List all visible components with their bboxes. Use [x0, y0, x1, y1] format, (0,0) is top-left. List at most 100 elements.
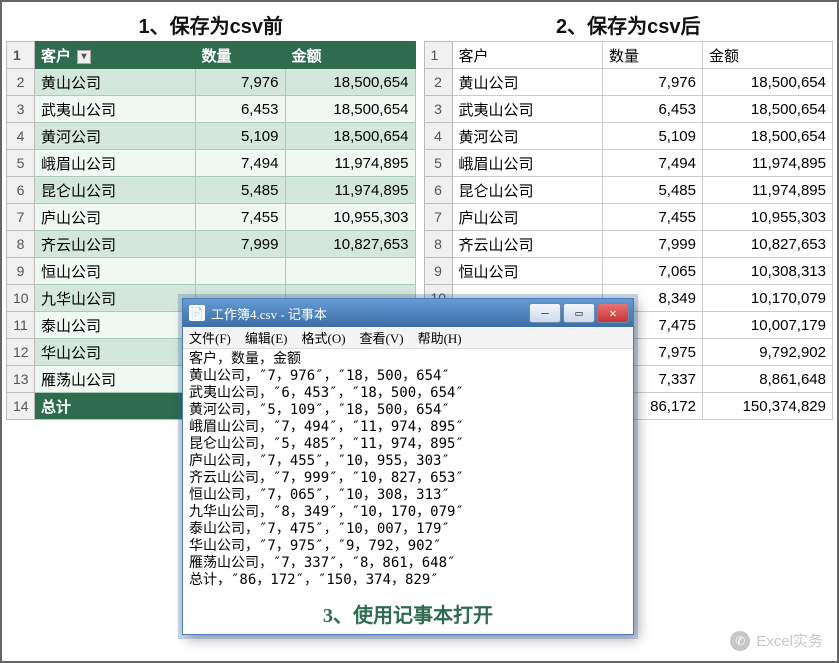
- cell-qty[interactable]: 6,453: [603, 96, 703, 123]
- cell-customer[interactable]: 雁荡山公司: [35, 366, 196, 393]
- col-header-qty[interactable]: 数量: [603, 42, 703, 69]
- cell-customer[interactable]: 黄山公司: [35, 69, 196, 96]
- row-header[interactable]: 13: [7, 366, 35, 393]
- cell-customer[interactable]: 总计: [35, 393, 196, 420]
- row-header[interactable]: 7: [424, 204, 452, 231]
- cell-customer[interactable]: 峨眉山公司: [35, 150, 196, 177]
- cell-customer[interactable]: 齐云山公司: [452, 231, 603, 258]
- cell-amount[interactable]: [285, 258, 415, 285]
- cell-amount[interactable]: 10,955,303: [285, 204, 415, 231]
- filter-dropdown-icon[interactable]: ▾: [77, 50, 91, 64]
- row-header[interactable]: 1: [7, 42, 35, 69]
- cell-qty[interactable]: 7,494: [603, 150, 703, 177]
- col-header-amount[interactable]: 金额: [703, 42, 833, 69]
- row-header[interactable]: 5: [424, 150, 452, 177]
- cell-amount[interactable]: 10,955,303: [703, 204, 833, 231]
- menu-help[interactable]: 帮助(H): [418, 328, 462, 347]
- row-header[interactable]: 6: [424, 177, 452, 204]
- cell-qty[interactable]: 7,999: [603, 231, 703, 258]
- cell-amount[interactable]: 11,974,895: [285, 177, 415, 204]
- cell-customer[interactable]: 恒山公司: [35, 258, 196, 285]
- cell-customer[interactable]: 恒山公司: [452, 258, 603, 285]
- cell-amount[interactable]: 10,170,079: [703, 285, 833, 312]
- row-header[interactable]: 9: [7, 258, 35, 285]
- row-header[interactable]: 6: [7, 177, 35, 204]
- row-header[interactable]: 12: [7, 339, 35, 366]
- cell-qty[interactable]: 5,109: [603, 123, 703, 150]
- cell-qty[interactable]: 5,485: [195, 177, 285, 204]
- notepad-titlebar[interactable]: 📄 工作簿4.csv - 记事本 — ▭ ✕: [183, 299, 633, 327]
- cell-amount[interactable]: 8,861,648: [703, 366, 833, 393]
- cell-qty[interactable]: 7,999: [195, 231, 285, 258]
- row-header[interactable]: 4: [424, 123, 452, 150]
- row-header[interactable]: 1: [424, 42, 452, 69]
- cell-amount[interactable]: 18,500,654: [703, 123, 833, 150]
- cell-customer[interactable]: 庐山公司: [35, 204, 196, 231]
- cell-qty[interactable]: 7,455: [195, 204, 285, 231]
- cell-amount[interactable]: 11,974,895: [703, 150, 833, 177]
- cell-customer[interactable]: 九华山公司: [35, 285, 196, 312]
- cell-amount[interactable]: 18,500,654: [285, 96, 415, 123]
- cell-qty[interactable]: 7,455: [603, 204, 703, 231]
- cell-customer[interactable]: 峨眉山公司: [452, 150, 603, 177]
- row-header[interactable]: 4: [7, 123, 35, 150]
- cell-customer[interactable]: 昆仑山公司: [452, 177, 603, 204]
- cell-amount[interactable]: 10,308,313: [703, 258, 833, 285]
- cell-amount[interactable]: 18,500,654: [285, 123, 415, 150]
- cell-customer[interactable]: 黄河公司: [452, 123, 603, 150]
- cell-qty[interactable]: 6,453: [195, 96, 285, 123]
- menu-format[interactable]: 格式(O): [302, 328, 346, 347]
- row-header[interactable]: 8: [424, 231, 452, 258]
- minimize-button[interactable]: —: [529, 303, 561, 323]
- row-header[interactable]: 5: [7, 150, 35, 177]
- cell-qty[interactable]: 5,109: [195, 123, 285, 150]
- cell-customer[interactable]: 武夷山公司: [35, 96, 196, 123]
- cell-customer[interactable]: 华山公司: [35, 339, 196, 366]
- cell-qty[interactable]: 7,976: [603, 69, 703, 96]
- cell-amount[interactable]: 150,374,829: [703, 393, 833, 420]
- cell-qty[interactable]: 7,976: [195, 69, 285, 96]
- row-header[interactable]: 9: [424, 258, 452, 285]
- watermark: ✆ Excel实务: [730, 630, 823, 651]
- cell-amount[interactable]: 10,827,653: [285, 231, 415, 258]
- cell-customer[interactable]: 黄河公司: [35, 123, 196, 150]
- row-header[interactable]: 8: [7, 231, 35, 258]
- cell-customer[interactable]: 泰山公司: [35, 312, 196, 339]
- close-button[interactable]: ✕: [597, 303, 629, 323]
- menu-edit[interactable]: 编辑(E): [245, 328, 288, 347]
- row-header[interactable]: 3: [424, 96, 452, 123]
- cell-customer[interactable]: 庐山公司: [452, 204, 603, 231]
- cell-qty[interactable]: 7,494: [195, 150, 285, 177]
- maximize-button[interactable]: ▭: [563, 303, 595, 323]
- menu-view[interactable]: 查看(V): [360, 328, 404, 347]
- cell-amount[interactable]: 10,827,653: [703, 231, 833, 258]
- notepad-text-area[interactable]: 客户，数量，金额 黄山公司，″7，976″，″18，500，654″ 武夷山公司…: [183, 349, 633, 595]
- row-header[interactable]: 11: [7, 312, 35, 339]
- col-header-qty[interactable]: 数量: [195, 42, 285, 69]
- cell-amount[interactable]: 11,974,895: [703, 177, 833, 204]
- cell-qty[interactable]: 7,065: [603, 258, 703, 285]
- cell-amount[interactable]: 11,974,895: [285, 150, 415, 177]
- cell-amount[interactable]: 10,007,179: [703, 312, 833, 339]
- row-header[interactable]: 10: [7, 285, 35, 312]
- menu-file[interactable]: 文件(F): [189, 328, 231, 347]
- row-header[interactable]: 7: [7, 204, 35, 231]
- row-header[interactable]: 14: [7, 393, 35, 420]
- cell-amount[interactable]: 9,792,902: [703, 339, 833, 366]
- row-header[interactable]: 2: [7, 69, 35, 96]
- col-header-customer[interactable]: 客户: [452, 42, 603, 69]
- cell-amount[interactable]: 18,500,654: [285, 69, 415, 96]
- cell-customer[interactable]: 武夷山公司: [452, 96, 603, 123]
- cell-qty[interactable]: 5,485: [603, 177, 703, 204]
- col-header-customer[interactable]: 客户▾: [35, 42, 196, 69]
- cell-customer[interactable]: 黄山公司: [452, 69, 603, 96]
- cell-qty[interactable]: [195, 258, 285, 285]
- cell-customer[interactable]: 昆仑山公司: [35, 177, 196, 204]
- notepad-window[interactable]: 📄 工作簿4.csv - 记事本 — ▭ ✕ 文件(F) 编辑(E) 格式(O)…: [182, 298, 634, 635]
- cell-amount[interactable]: 18,500,654: [703, 96, 833, 123]
- cell-customer[interactable]: 齐云山公司: [35, 231, 196, 258]
- row-header[interactable]: 2: [424, 69, 452, 96]
- cell-amount[interactable]: 18,500,654: [703, 69, 833, 96]
- row-header[interactable]: 3: [7, 96, 35, 123]
- col-header-amount[interactable]: 金额: [285, 42, 415, 69]
